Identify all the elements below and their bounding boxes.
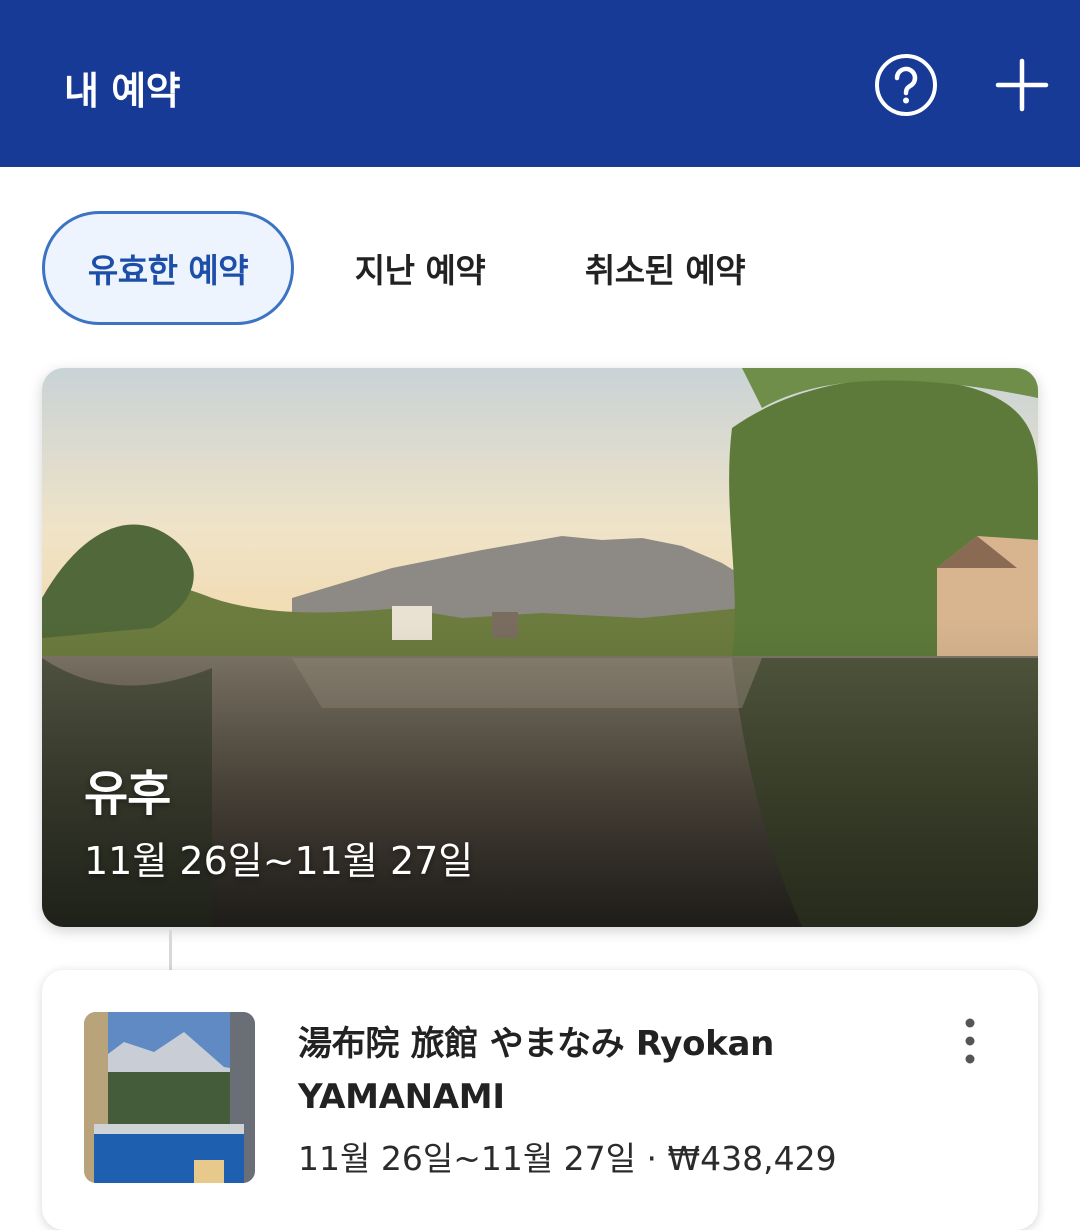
tab-past-bookings[interactable]: 지난 예약: [330, 211, 510, 325]
booking-more-button[interactable]: [948, 1014, 992, 1068]
tab-active-bookings[interactable]: 유효한 예약: [42, 211, 294, 325]
more-vertical-icon: [965, 1018, 975, 1064]
help-circle-icon: [875, 54, 937, 116]
booking-meta: 11월 26일~11월 27일 · ₩438,429: [298, 1132, 837, 1180]
destination-card[interactable]: 유후 11월 26일~11월 27일: [42, 368, 1038, 927]
help-button[interactable]: [874, 53, 938, 117]
timeline-connector: [169, 930, 172, 970]
destination-dates: 11월 26일~11월 27일: [84, 839, 474, 883]
plus-icon: [995, 58, 1049, 112]
add-booking-button[interactable]: [994, 57, 1050, 113]
app-header: 내 예약: [0, 0, 1080, 167]
destination-name: 유후: [84, 766, 171, 822]
ryokan-thumbnail: [84, 1012, 255, 1183]
booking-card[interactable]: 湯布院 旅館 やまなみ Ryokan YAMANAMI 11월 26일~11월 …: [42, 970, 1038, 1230]
booking-dates: 11월 26일~11월 27일: [298, 1139, 637, 1178]
meta-separator: ·: [646, 1139, 658, 1178]
tab-cancelled-bookings[interactable]: 취소된 예약: [560, 211, 770, 325]
page-title: 내 예약: [64, 69, 181, 113]
booking-price: ₩438,429: [667, 1139, 837, 1178]
booking-hotel-name: 湯布院 旅館 やまなみ Ryokan YAMANAMI: [298, 1024, 775, 1117]
